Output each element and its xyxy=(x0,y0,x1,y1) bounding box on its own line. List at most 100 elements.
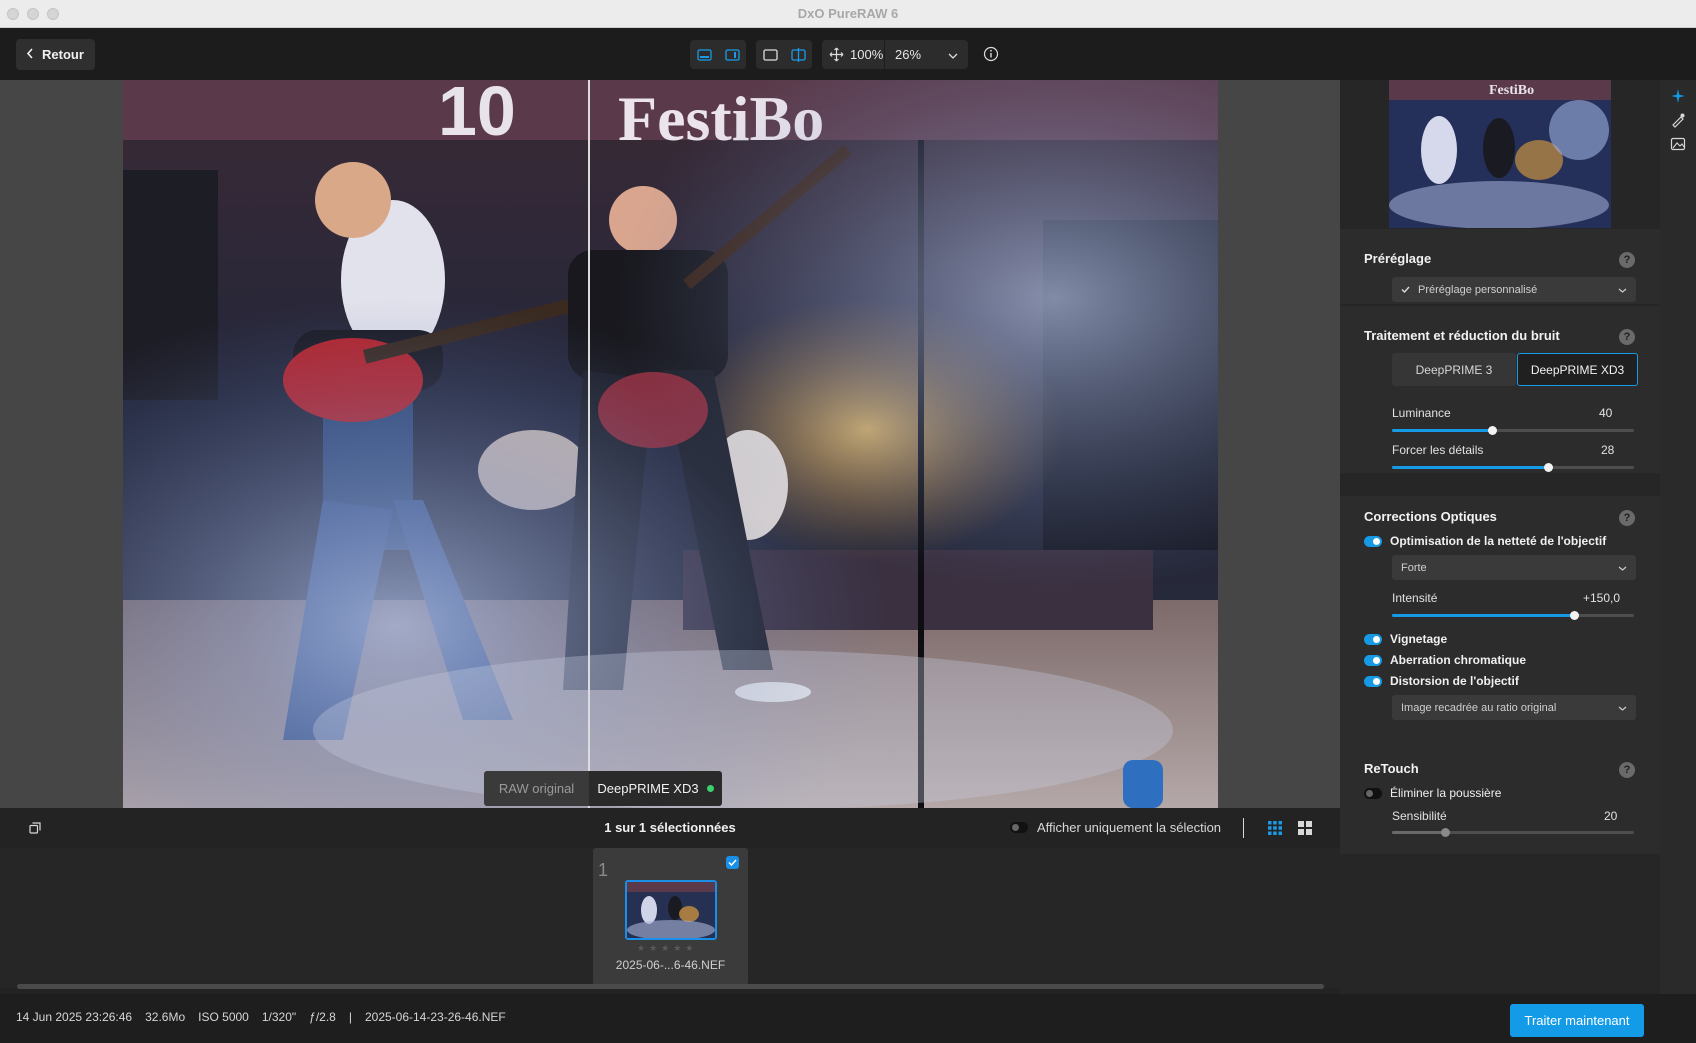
preset-help-icon[interactable]: ? xyxy=(1619,252,1635,268)
intensity-label: Intensité xyxy=(1392,591,1438,605)
chevron-down-icon xyxy=(948,47,958,62)
single-view-icon[interactable] xyxy=(756,40,784,69)
slider-handle[interactable] xyxy=(1544,463,1553,472)
back-label: Retour xyxy=(42,47,84,62)
raw-original-label: RAW original xyxy=(484,771,589,806)
sharpness-mode-dropdown[interactable]: Forte xyxy=(1392,555,1636,580)
shutter-speed: 1/320" xyxy=(261,1010,297,1024)
toolbar: Retour 100% 26% xyxy=(0,28,1696,80)
denoise-title: Traitement et réduction du bruit xyxy=(1364,328,1560,343)
distortion-label: Distorsion de l'objectif xyxy=(1390,674,1519,688)
luminance-label: Luminance xyxy=(1392,406,1451,420)
thumbnail-checkbox[interactable] xyxy=(726,856,739,869)
image-adjust-icon[interactable] xyxy=(1670,136,1686,152)
zoom-select[interactable]: 26% xyxy=(884,40,966,69)
vignetting-toggle-row[interactable]: Vignetage xyxy=(1364,632,1447,646)
back-button[interactable]: Retour xyxy=(16,39,95,70)
grid-small-icon[interactable] xyxy=(1268,821,1282,835)
preset-section: Préréglage ? Préréglage personnalisé xyxy=(1340,229,1660,304)
retouch-brush-icon[interactable] xyxy=(1670,112,1686,128)
file-size: 32.6Mo xyxy=(145,1010,186,1024)
show-selection-toggle[interactable]: Afficher uniquement la sélection xyxy=(1010,820,1221,835)
filmstrip-scrollbar[interactable] xyxy=(17,984,1324,989)
sensitivity-slider[interactable] xyxy=(1392,828,1634,837)
slider-handle[interactable] xyxy=(1441,828,1450,837)
navigator-preview[interactable]: FestiBo xyxy=(1389,80,1611,228)
status-dot-icon xyxy=(706,785,714,792)
compare-labels: RAW original DeepPRIME XD3 xyxy=(484,771,722,806)
thumbnail-image xyxy=(625,880,717,940)
thumbnail-index: 1 xyxy=(598,860,609,880)
retouch-section: ReTouch ? Éliminer la poussière Sensibil… xyxy=(1340,744,1660,854)
intensity-slider[interactable] xyxy=(1392,611,1634,620)
status-bar: 14 Jun 2025 23:26:46 32.6Mo ISO 5000 1/3… xyxy=(0,994,1696,1043)
toggle-switch[interactable] xyxy=(1010,822,1028,833)
chromatic-toggle-row[interactable]: Aberration chromatique xyxy=(1364,653,1526,667)
title-bar: DxO PureRAW 6 xyxy=(0,0,1696,28)
iso-value: ISO 5000 xyxy=(198,1010,249,1024)
vignetting-label: Vignetage xyxy=(1390,632,1448,646)
deepprime-label-text: DeepPRIME XD3 xyxy=(597,781,699,796)
deepprime-xd3-option[interactable]: DeepPRIME XD3 xyxy=(1517,353,1638,386)
chevron-down-icon xyxy=(1618,562,1627,574)
luminance-slider[interactable] xyxy=(1392,426,1634,435)
file-name: 2025-06-14-23-26-46.NEF xyxy=(364,1010,506,1024)
zoom-group: 100% 26% xyxy=(822,40,968,69)
sensitivity-label: Sensibilité xyxy=(1392,809,1447,823)
image-canvas[interactable]: 10 FestiBo xyxy=(0,80,1340,808)
details-slider[interactable] xyxy=(1392,463,1634,472)
thumbnail-card[interactable]: 1 ★★★★★ 2025-06-...6-46.NEF xyxy=(593,848,748,985)
pan-move-icon[interactable] xyxy=(822,40,850,69)
toolbar-divider xyxy=(1243,818,1244,838)
check-icon xyxy=(1401,284,1410,296)
slider-fill xyxy=(1392,831,1445,834)
retouch-help-icon[interactable]: ? xyxy=(1619,762,1635,778)
sharpness-label: Optimisation de la netteté de l'objectif xyxy=(1390,534,1607,548)
status-separator: | xyxy=(348,1010,352,1024)
dust-label: Éliminer la poussière xyxy=(1390,786,1502,800)
thumbnail-filename: 2025-06-...6-46.NEF xyxy=(615,958,726,972)
distortion-toggle-row[interactable]: Distorsion de l'objectif xyxy=(1364,674,1519,688)
slider-handle[interactable] xyxy=(1488,426,1497,435)
sensitivity-value: 20 xyxy=(1604,809,1618,823)
process-now-button[interactable]: Traiter maintenant xyxy=(1510,1004,1644,1037)
chromatic-toggle[interactable] xyxy=(1364,654,1382,666)
details-value: 28 xyxy=(1601,443,1615,457)
aperture-value: ƒ/2.8 xyxy=(309,1010,336,1024)
slider-handle[interactable] xyxy=(1570,611,1579,620)
zoom-100-button[interactable]: 100% xyxy=(850,47,884,62)
optics-help-icon[interactable]: ? xyxy=(1619,510,1635,526)
split-divider-handle[interactable] xyxy=(588,80,590,808)
deepprime-label: DeepPRIME XD3 xyxy=(589,771,722,806)
split-view-icon[interactable] xyxy=(784,40,812,69)
chevron-left-icon xyxy=(26,47,34,62)
distortion-mode-dropdown[interactable]: Image recadrée au ratio original xyxy=(1392,695,1636,720)
sparkle-icon[interactable] xyxy=(1670,88,1686,104)
denoise-section: Traitement et réduction du bruit ? DeepP… xyxy=(1340,306,1660,473)
dust-toggle-row[interactable]: Éliminer la poussière xyxy=(1364,786,1501,800)
bottom-panel-icon[interactable] xyxy=(690,40,718,69)
retouch-title: ReTouch xyxy=(1364,761,1419,776)
distortion-toggle[interactable] xyxy=(1364,675,1382,687)
view-mode-group xyxy=(756,40,812,69)
rating-stars[interactable]: ★★★★★ xyxy=(637,943,697,954)
exif-info: 14 Jun 2025 23:26:46 32.6Mo ISO 5000 1/3… xyxy=(16,1010,506,1024)
deepprime-3-option[interactable]: DeepPRIME 3 xyxy=(1392,353,1516,386)
sharpness-toggle-row[interactable]: Optimisation de la netteté de l'objectif xyxy=(1364,534,1606,548)
svg-text:FestiBo: FestiBo xyxy=(1489,83,1534,98)
side-panel-icon[interactable] xyxy=(718,40,746,69)
info-icon[interactable] xyxy=(983,46,999,62)
capture-date: 14 Jun 2025 23:26:46 xyxy=(16,1010,133,1024)
photo-preview: 10 FestiBo xyxy=(123,80,1218,808)
zoom-value: 26% xyxy=(895,47,922,62)
chromatic-label: Aberration chromatique xyxy=(1390,653,1527,667)
slider-fill xyxy=(1392,614,1574,617)
dust-toggle[interactable] xyxy=(1364,787,1382,799)
filmstrip-header: 1 sur 1 sélectionnées Afficher uniquemen… xyxy=(0,808,1340,848)
sharpness-toggle[interactable] xyxy=(1364,535,1382,547)
grid-large-icon[interactable] xyxy=(1298,821,1312,835)
vignetting-toggle[interactable] xyxy=(1364,633,1382,645)
denoise-help-icon[interactable]: ? xyxy=(1619,329,1635,345)
preset-dropdown[interactable]: Préréglage personnalisé xyxy=(1392,277,1636,302)
sharpness-mode-value: Forte xyxy=(1401,561,1427,574)
